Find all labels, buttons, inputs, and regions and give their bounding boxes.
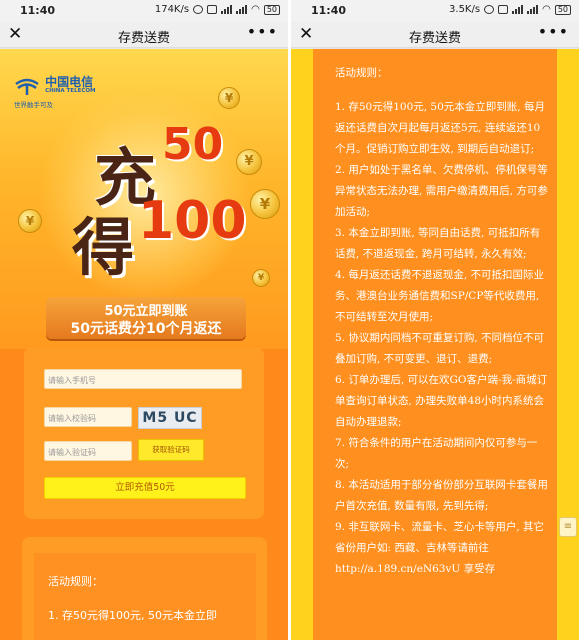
status-bar: 11:40 3.5K/s ◠ 50 — [291, 0, 579, 22]
rules-heading: 活动规则： — [48, 575, 103, 588]
wifi-icon: ◠ — [251, 4, 260, 15]
network-speed: 3.5K/s — [449, 4, 481, 15]
screenshot-pair: 11:40 174K/s ◠ 50 ✕ 存费送费 ••• 中国电信 CHINA … — [0, 0, 579, 640]
rule-item: 2. 用户如处于黑名单、欠费停机、停机保号等异常状态无法办理, 需用户缴清费用后… — [335, 164, 548, 218]
nav-bar: ✕ 存费送费 ••• — [0, 22, 288, 48]
offer-ribbon: 50元立即到账 50元话费分10个月返还 — [46, 297, 246, 339]
ribbon-line2: 50元话费分10个月返还 — [70, 321, 222, 337]
hero-banner: 中国电信 CHINA TELECOM 世界触手可及 ¥ ¥ ¥ ¥ ¥ ¥ 充 … — [0, 49, 288, 349]
signal-icon — [221, 5, 233, 14]
rules-heading: 活动规则： — [335, 67, 388, 79]
telecom-logo-icon — [15, 78, 39, 95]
rule-link[interactable]: http://a.189.cn/eN63vU 享受存 — [335, 559, 549, 580]
captcha-image[interactable]: M5 UC — [138, 407, 202, 429]
coin-icon: ¥ — [218, 87, 240, 109]
coin-icon: ¥ — [18, 209, 42, 233]
coin-icon: ¥ — [252, 269, 270, 287]
sms-code-input[interactable]: 请输入验证码 — [44, 441, 132, 461]
status-time: 11:40 — [20, 4, 56, 17]
page-title: 存费送费 — [408, 31, 461, 46]
submit-recharge-button[interactable]: 立即充值50元 — [44, 477, 246, 499]
rules-line: 1. 存50元得100元, 50元本金立即 — [48, 609, 217, 622]
page-title: 存费送费 — [117, 31, 170, 46]
signal-icon — [512, 5, 524, 14]
rules-text: 活动规则： 1. 存50元得100元, 50元本金立即到账, 每月返还话费自次月… — [335, 63, 549, 580]
nav-bar: ✕ 存费送费 ••• — [291, 22, 579, 48]
logo-tagline: 世界触手可及 — [14, 100, 53, 109]
vibrate-icon — [498, 5, 509, 14]
promo-page: 中国电信 CHINA TELECOM 世界触手可及 ¥ ¥ ¥ ¥ ¥ ¥ 充 … — [0, 49, 288, 640]
rule-item: 8. 本活动适用于部分省份部分互联网卡套餐用户首次充值, 数量有限, 先到先得; — [335, 479, 548, 512]
coin-icon: ¥ — [250, 189, 280, 219]
rule-item: 4. 每月返还话费不退返现金, 不可抵扣国际业务、港澳台业务通信费和SP/CP等… — [335, 269, 545, 323]
rule-item: 9. 非互联网卡、流量卡、芝心卡等用户, 其它省份用户如: 西藏、吉林等请前往 — [335, 521, 545, 554]
left-screen: 11:40 174K/s ◠ 50 ✕ 存费送费 ••• 中国电信 CHINA … — [0, 0, 288, 640]
get-code-button[interactable]: 获取验证码 — [138, 439, 204, 461]
headline-fifty: 50 — [162, 119, 224, 170]
coin-icon: ¥ — [236, 149, 262, 175]
logo-text: 中国电信 CHINA TELECOM — [45, 75, 96, 94]
battery-icon: 50 — [554, 4, 571, 15]
right-screen: 11:40 3.5K/s ◠ 50 ✕ 存费送费 ••• 活动规则： 1. 存5… — [291, 0, 579, 640]
wifi-icon: ◠ — [542, 4, 551, 15]
headline-de: 得 — [72, 211, 135, 284]
scroll-handle-icon[interactable]: ≡ — [559, 517, 577, 537]
network-speed: 174K/s — [154, 4, 190, 15]
check-code-input[interactable]: 请输入校验码 — [44, 407, 132, 427]
vibrate-icon — [207, 5, 218, 14]
china-telecom-logo: 中国电信 CHINA TELECOM 世界触手可及 — [14, 75, 96, 109]
status-bar: 11:40 174K/s ◠ 50 — [0, 0, 288, 22]
ribbon-line1: 50元立即到账 — [104, 304, 188, 319]
signal2-icon — [236, 5, 248, 14]
headline-hundred: 100 — [138, 191, 247, 251]
more-menu-icon[interactable]: ••• — [247, 22, 278, 41]
rules-preview-card: 活动规则： 1. 存50元得100元, 50元本金立即 — [22, 537, 267, 640]
rule-item: 6. 订单办理后, 可以在欢GO客户端-我-商城订单查询订单状态, 办理失败单4… — [335, 374, 548, 428]
rules-page: 活动规则： 1. 存50元得100元, 50元本金立即到账, 每月返还话费自次月… — [291, 49, 579, 640]
more-menu-icon[interactable]: ••• — [538, 22, 569, 41]
signal2-icon — [527, 5, 539, 14]
rule-item: 7. 符合条件的用户在活动期间内仅可参与一次; — [335, 437, 538, 470]
alarm-icon — [484, 5, 495, 14]
recharge-form: 请输入手机号 请输入校验码 M5 UC 请输入验证码 获取验证码 立即充值50元 — [24, 347, 264, 519]
status-time: 11:40 — [311, 4, 347, 17]
alarm-icon — [193, 5, 204, 14]
phone-input[interactable]: 请输入手机号 — [44, 369, 242, 389]
rule-item: 5. 协议期内同档不可重复订购, 不同档位不可叠加订购, 不可变更、退订、退费; — [335, 332, 545, 365]
battery-icon: 50 — [263, 4, 280, 15]
rule-item: 3. 本金立即到账, 等同自由话费, 可抵扣所有话费, 不退返现金, 跨月可结转… — [335, 227, 541, 260]
rule-item: 1. 存50元得100元, 50元本金立即到账, 每月返还话费自次月起每月返还5… — [335, 101, 545, 155]
